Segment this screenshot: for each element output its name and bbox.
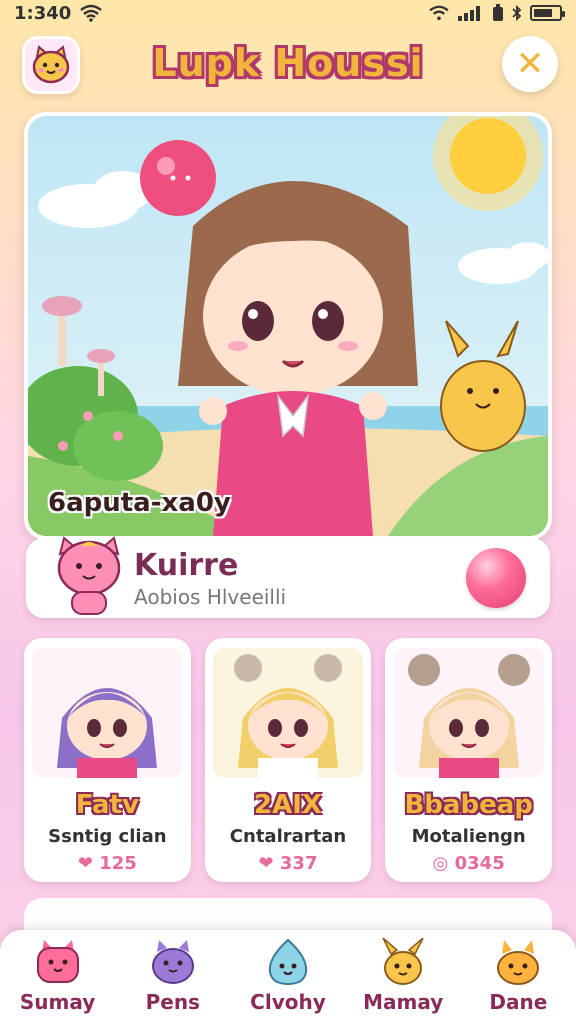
orange-cat-icon — [497, 940, 540, 985]
close-button[interactable]: ✕ — [502, 36, 558, 92]
character-portrait — [32, 648, 183, 778]
nav-label: Clvohy — [250, 990, 326, 1014]
cat-logo-icon — [32, 45, 70, 84]
nav-item-clvohy[interactable]: Clvohy — [238, 938, 338, 1014]
bottom-nav: Sumay Pens Clvohy Mamay Dane — [0, 930, 576, 1024]
wifi-icon — [80, 4, 103, 22]
nav-label: Mamay — [363, 990, 444, 1014]
hero-caption: 6aputa-xa0y — [48, 488, 231, 518]
pink-cat-icon — [36, 940, 79, 983]
card-title: 2AIX — [254, 790, 322, 820]
app-header: Lupk Houssi ✕ — [0, 28, 576, 98]
card-count-value: 337 — [279, 853, 318, 874]
card-count-value: 125 — [99, 853, 137, 874]
signal-icon — [458, 6, 480, 21]
character-portrait — [393, 648, 544, 778]
logo-badge[interactable] — [22, 36, 80, 94]
status-right — [428, 4, 565, 22]
battery-icon — [530, 5, 565, 21]
heart-icon: ❤ — [258, 853, 274, 874]
profile-card[interactable]: Kuirre Aobios Hlveeilli — [26, 536, 550, 618]
purple-cat-icon — [151, 940, 194, 984]
blue-blob-icon — [268, 938, 308, 986]
nav-item-dane[interactable]: Dane — [468, 938, 568, 1014]
card-count: ◎ 0345 — [433, 853, 505, 874]
card-subtitle: Cntalrartan — [229, 826, 347, 847]
bunny-icon — [382, 938, 424, 985]
profile-subtitle: Aobios Hlveeilli — [134, 584, 287, 609]
nav-item-sumay[interactable]: Sumay — [8, 938, 108, 1014]
character-card[interactable]: 2AIX Cntalrartan ❤ 337 — [204, 638, 372, 882]
battery-small-icon — [493, 4, 503, 21]
card-subtitle: Motaliengn — [411, 826, 526, 847]
nav-item-pens[interactable]: Pens — [123, 938, 223, 1014]
card-count-value: 0345 — [454, 853, 505, 874]
balloon — [140, 140, 216, 216]
app-title: Lupk Houssi — [152, 41, 424, 85]
nav-item-mamay[interactable]: Mamay — [353, 938, 453, 1014]
card-title: Bbabeap — [404, 790, 533, 820]
card-title: Fatv — [75, 790, 139, 820]
hero-illustration — [28, 116, 548, 536]
wifi-icon — [429, 5, 449, 21]
character-cards: Fatv Ssntig clian ❤ 125 2AIX Cntalrartan… — [24, 638, 553, 882]
hero-banner[interactable]: 6aputa-xa0y — [24, 112, 552, 540]
character-card[interactable]: Fatv Ssntig clian ❤ 125 — [24, 638, 191, 882]
close-icon: ✕ — [515, 44, 545, 84]
profile-name: Kuirre — [134, 547, 239, 583]
card-count: ❤ 125 — [78, 853, 137, 874]
nav-label: Pens — [145, 990, 200, 1014]
card-count: ❤ 337 — [259, 853, 318, 874]
character-card[interactable]: Bbabeap Motaliengn ◎ 0345 — [385, 638, 553, 882]
status-bar: 1:340 — [0, 0, 576, 26]
profile-text: Kuirre Aobios Hlveeilli — [134, 548, 466, 609]
nav-label: Dane — [489, 990, 548, 1014]
heart-icon: ❤ — [77, 853, 93, 874]
profile-avatar — [57, 536, 121, 615]
status-time: 1:340 — [14, 2, 72, 24]
character-portrait — [213, 648, 363, 778]
pink-orb-button[interactable] — [466, 548, 526, 608]
card-subtitle: Ssntig clian — [48, 826, 167, 847]
status-left: 1:340 — [14, 3, 103, 24]
bluetooth-icon — [512, 5, 522, 21]
heart-icon: ◎ — [432, 853, 449, 874]
nav-label: Sumay — [19, 990, 96, 1014]
